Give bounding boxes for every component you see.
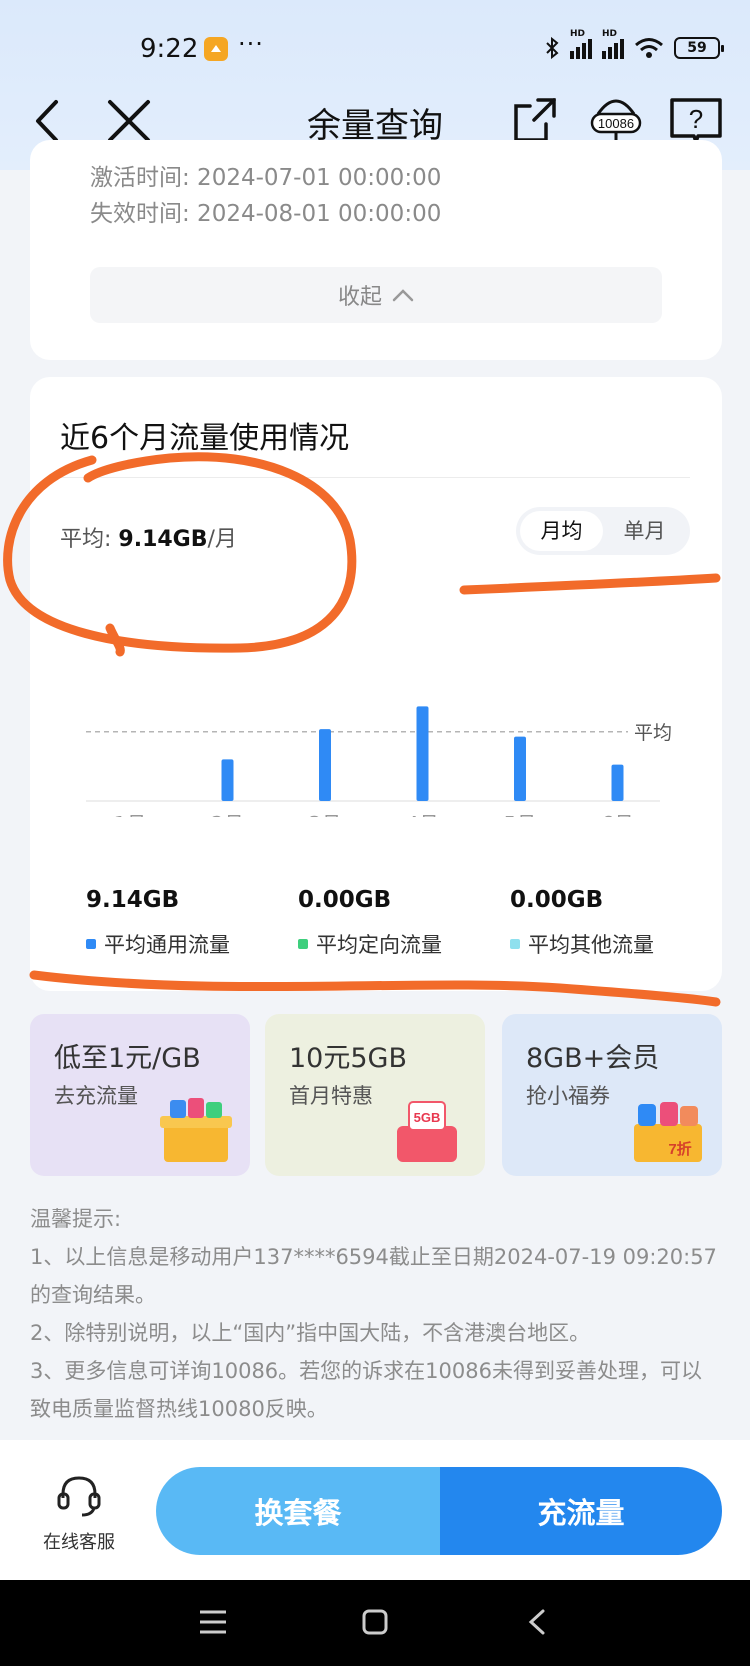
stat-other-value: 0.00GB [510,887,604,913]
wifi-icon [635,38,663,58]
x-tick-label: 6月 [601,812,634,817]
promo-subtitle: 抢小福券 [526,1084,610,1108]
system-nav-bar [0,1580,750,1666]
stat-other-label: 平均其他流量 [510,929,654,959]
stat-general: 9.14GB 平均通用流量 [86,887,230,959]
svg-text:?: ? [689,104,703,134]
usage-card: 近6个月流量使用情况 平均: 9.14GB/月 月均 单月 平均1月2月3月4月… [30,377,722,991]
status-bar: 9:22 ··· HD HD 59 [0,0,750,96]
stat-label-text: 平均通用流量 [104,933,230,957]
headset-icon [57,1476,101,1517]
x-tick-label: 1月 [114,812,147,817]
x-tick-label: 5月 [504,812,537,817]
chart-bar [319,729,331,801]
share-icon[interactable] [510,96,560,146]
tips-heading: 温馨提示: [30,1207,122,1231]
status-more: ··· [238,30,264,58]
stat-label-text: 平均定向流量 [316,933,442,957]
svg-text:10086: 10086 [598,116,634,131]
expiry-time: 失效时间: 2024-08-01 00:00:00 [90,201,442,227]
stat-other: 0.00GB 平均其他流量 [510,887,654,959]
chart-bar [514,736,526,801]
notification-app-icon [204,37,228,61]
customer-service-button[interactable]: 在线客服 [34,1474,124,1554]
legend-dot [510,939,520,949]
x-tick-label: 2月 [211,812,244,817]
collapse-label: 收起 [337,285,382,310]
stat-label-text: 平均其他流量 [528,933,654,957]
stat-general-value: 9.14GB [86,887,180,913]
usage-chart: 平均 1月 2月 3月 4月 5月 6月 [86,706,672,817]
chart-bar [611,764,624,801]
stat-directed-value: 0.00GB [298,887,392,913]
battery-icon: 59 [674,37,724,59]
legend-dot [86,939,96,949]
tips-section: 温馨提示: 1、以上信息是移动用户137****6594截止至日期2024-07… [30,1200,720,1428]
gift-box-icon [160,1098,232,1162]
signal-icon: HD [570,29,592,59]
signal-icon: HD [602,29,624,59]
tip-item: 3、更多信息可详询10086。若您的诉求在10086未得到妥善处理，可以致电质量… [30,1359,702,1421]
home-icon[interactable] [361,1608,389,1636]
status-icons: HD HD 59 [544,29,724,60]
help-icon[interactable]: ? [668,96,724,146]
bluetooth-icon [546,36,559,60]
stat-general-label: 平均通用流量 [86,929,230,959]
validity-card: 激活时间: 2024-07-01 00:00:00 失效时间: 2024-08-… [30,140,722,360]
promo-title: 10元5GB [289,1043,407,1074]
tip-item: 2、除特别说明，以上“国内”指中国大陆，不含港澳台地区。 [30,1321,591,1345]
recharge-data-button[interactable]: 充流量 [440,1467,722,1555]
promo-title: 8GB+会员 [526,1043,660,1074]
promo-title: 低至1元/GB [54,1043,201,1074]
stat-directed: 0.00GB 平均定向流量 [298,887,442,959]
chevron-up-icon [392,289,414,302]
promo-subtitle: 去充流量 [54,1084,138,1108]
status-time: 9:22 [140,34,199,64]
stat-directed-label: 平均定向流量 [298,929,442,959]
svg-text:7折: 7折 [668,1140,691,1158]
coupon-box-icon: 7折 [634,1102,702,1162]
gift-box-icon: 5GB [397,1101,457,1162]
promo-card-first-month[interactable]: 10元5GB 首月特惠 5GB [265,1014,485,1176]
activation-time: 激活时间: 2024-07-01 00:00:00 [90,165,442,191]
switch-plan-button[interactable]: 换套餐 [156,1467,440,1555]
x-tick-label: 3月 [309,812,342,817]
action-bar: 在线客服 换套餐 充流量 [0,1440,750,1580]
promo-subtitle: 首月特惠 [289,1084,373,1108]
promo-card-recharge[interactable]: 低至1元/GB 去充流量 [30,1014,250,1176]
x-tick-label: 4月 [406,812,439,817]
back-nav-icon[interactable] [526,1608,548,1636]
chart-bar [416,706,429,801]
svg-text:5GB: 5GB [414,1110,441,1125]
menu-icon[interactable] [198,1608,228,1636]
promo-card-membership[interactable]: 8GB+会员 抢小福券 7折 [502,1014,722,1176]
average-line-label: 平均 [634,722,672,744]
legend-dot [298,939,308,949]
tip-item: 1、以上信息是移动用户137****6594截止至日期2024-07-19 09… [30,1245,717,1307]
customer-service-label: 在线客服 [43,1532,115,1553]
chart-bar [221,759,234,801]
collapse-button[interactable]: 收起 [90,267,662,323]
